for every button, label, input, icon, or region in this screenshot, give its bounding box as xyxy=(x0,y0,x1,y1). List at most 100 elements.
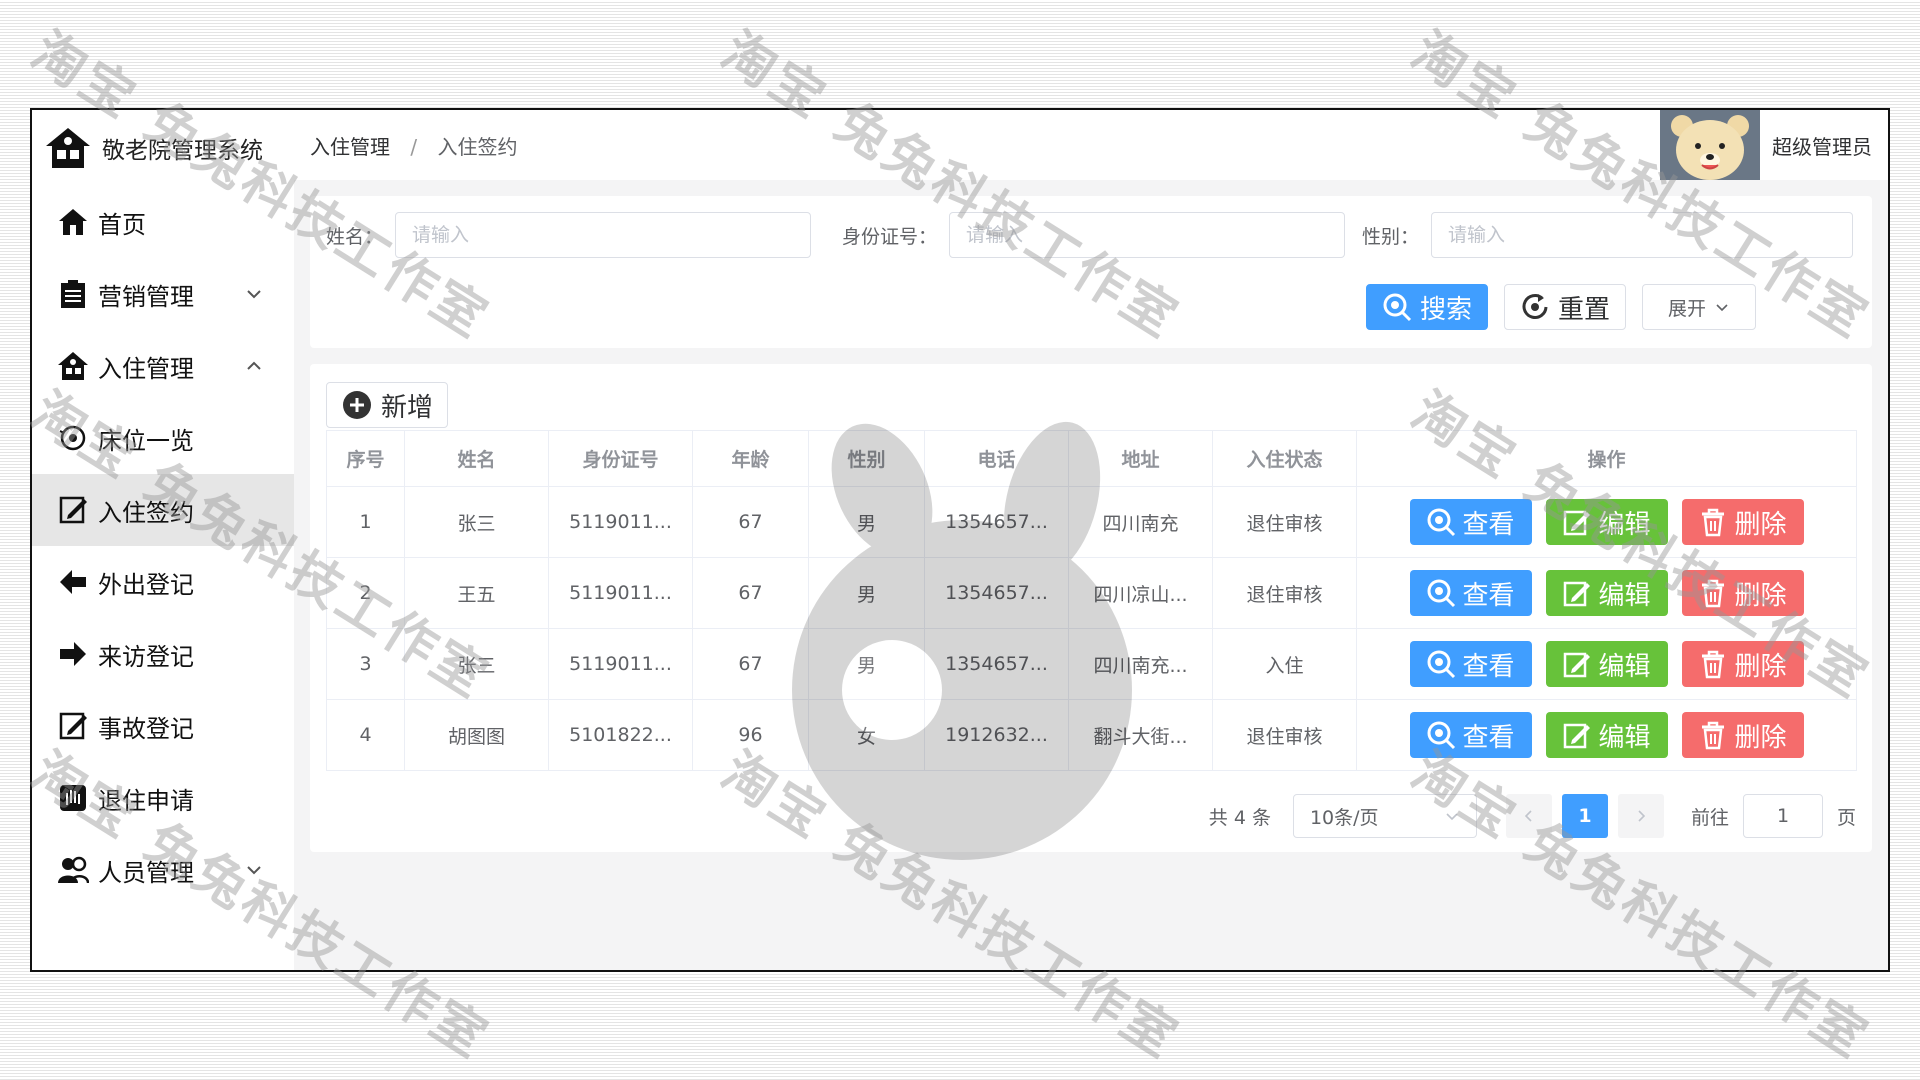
search-icon xyxy=(1427,650,1456,679)
reset-button[interactable]: 重置 xyxy=(1504,284,1626,330)
delete-button[interactable]: 删除 xyxy=(1681,712,1804,758)
sidebar-item-outing[interactable]: 外出登记 xyxy=(32,546,294,618)
table-cell: 退住审核 xyxy=(1212,486,1357,558)
gender-input[interactable] xyxy=(1431,212,1854,258)
sidebar-item-label: 入住签约 xyxy=(98,498,194,527)
table-row: 3 张三 5119011... 67 男 1354657... 四川南充... 入住 查看 编辑… xyxy=(326,628,1857,700)
table-cell: 67 xyxy=(692,486,809,558)
trash-icon xyxy=(1702,721,1725,750)
sidebar-item-label: 入住管理 xyxy=(98,354,194,383)
page-number-current[interactable]: 1 xyxy=(1561,794,1608,838)
eye-icon xyxy=(56,421,90,455)
app-title: 敬老院管理系统 xyxy=(102,138,263,164)
prev-page-button[interactable] xyxy=(1505,794,1552,838)
operations-cell: 查看 编辑 删除 xyxy=(1356,557,1857,629)
table-cell: 四川南充 xyxy=(1068,486,1213,558)
column-header: 序号 xyxy=(326,430,405,487)
sidebar-item-home[interactable]: 首页 xyxy=(32,186,294,258)
sidebar-item-checkin[interactable]: 入住管理 xyxy=(32,330,294,402)
next-page-button[interactable] xyxy=(1617,794,1664,838)
search-icon xyxy=(1427,579,1456,608)
table-cell: 翻斗大街... xyxy=(1068,699,1213,771)
view-button[interactable]: 查看 xyxy=(1409,499,1532,545)
delete-button[interactable]: 删除 xyxy=(1681,499,1804,545)
view-button-label: 查看 xyxy=(1462,722,1515,753)
table-cell: 张三 xyxy=(404,486,549,558)
sidebar-item-marketing[interactable]: 营销管理 xyxy=(32,258,294,330)
view-button[interactable]: 查看 xyxy=(1409,712,1532,758)
view-button[interactable]: 查看 xyxy=(1409,641,1532,687)
reset-icon xyxy=(1522,294,1548,319)
goto-label: 前往 xyxy=(1690,806,1729,829)
name-input[interactable] xyxy=(395,212,812,258)
trash-icon xyxy=(1702,508,1725,537)
out-arrow-icon xyxy=(56,565,90,599)
delete-button[interactable]: 删除 xyxy=(1681,570,1804,616)
add-button[interactable]: 新增 xyxy=(326,382,448,428)
expand-button-label: 展开 xyxy=(1667,297,1706,320)
sidebar-item-label: 首页 xyxy=(98,210,146,239)
table-cell: 1912632... xyxy=(924,699,1069,771)
delete-button[interactable]: 删除 xyxy=(1681,641,1804,687)
sidebar-item-label: 营销管理 xyxy=(98,282,194,311)
breadcrumb-separator: / xyxy=(410,134,418,159)
table-row: 2 王五 5119011... 67 男 1354657... 四川凉山... 退住审核 查看… xyxy=(326,557,1857,629)
table-panel: 新增 序号 姓名 身份证号 年龄 性别 电话 地址 入住状态 操作 1 张三 5… xyxy=(310,364,1872,852)
goto-page-input[interactable]: 1 xyxy=(1742,794,1823,838)
table-cell: 5101822... xyxy=(548,699,693,771)
edit-button[interactable]: 编辑 xyxy=(1545,499,1668,545)
edit-button-label: 编辑 xyxy=(1598,509,1651,540)
bear-avatar-icon xyxy=(1660,110,1760,180)
sidebar-item-checkout-apply[interactable]: 退住申请 xyxy=(32,762,294,834)
column-header: 电话 xyxy=(924,430,1069,487)
column-header: 年龄 xyxy=(692,430,809,487)
gender-field: 性别： xyxy=(1362,212,1854,258)
page-size-value: 10条/页 xyxy=(1309,806,1379,829)
page-jumper: 前往 1 页 xyxy=(1691,794,1856,838)
edit-button[interactable]: 编辑 xyxy=(1545,570,1668,616)
data-table: 序号 姓名 身份证号 年龄 性别 电话 地址 入住状态 操作 1 张三 511901… xyxy=(326,430,1857,771)
table-row: 4 胡图图 5101822... 96 女 1912632... 翻斗大街... 退住审核 查… xyxy=(326,699,1857,771)
edit-button-label: 编辑 xyxy=(1598,722,1651,753)
table-row: 1 张三 5119011... 67 男 1354657... 四川南充 退住审核 查看 编辑 删… xyxy=(326,486,1857,558)
name-field: 姓名： xyxy=(326,212,812,258)
sidebar: 敬老院管理系统 首页 营销管理 入住管理 床位一览 入住签约 外出登记 来访登记… xyxy=(32,110,294,970)
edit-icon xyxy=(1564,581,1591,607)
clipboard-icon xyxy=(56,277,90,311)
table-cell: 入住 xyxy=(1212,628,1357,700)
sidebar-item-bed-overview[interactable]: 床位一览 xyxy=(32,402,294,474)
page-size-select[interactable]: 10条/页 xyxy=(1292,794,1477,838)
view-button[interactable]: 查看 xyxy=(1409,570,1532,616)
expand-button[interactable]: 展开 xyxy=(1642,284,1756,330)
sidebar-item-label: 外出登记 xyxy=(98,570,194,599)
delete-button-label: 删除 xyxy=(1734,651,1787,682)
user-menu[interactable]: 超级管理员 xyxy=(1660,110,1872,180)
table-cell: 男 xyxy=(808,628,925,700)
table-cell: 男 xyxy=(808,486,925,558)
sidebar-item-label: 来访登记 xyxy=(98,642,194,671)
search-icon xyxy=(1427,721,1456,750)
table-cell: 王五 xyxy=(404,557,549,629)
sidebar-item-checkin-sign[interactable]: 入住签约 xyxy=(32,474,294,546)
breadcrumb-item[interactable]: 入住管理 xyxy=(310,135,390,159)
edit-button[interactable]: 编辑 xyxy=(1545,712,1668,758)
table-cell: 96 xyxy=(692,699,809,771)
column-header: 姓名 xyxy=(404,430,549,487)
column-header: 性别 xyxy=(808,430,925,487)
search-button[interactable]: 搜索 xyxy=(1366,284,1488,330)
avatar[interactable] xyxy=(1660,110,1760,180)
table-cell: 退住审核 xyxy=(1212,557,1357,629)
header: 入住管理 / 入住签约 超级管理员 xyxy=(294,110,1888,180)
chevron-right-icon xyxy=(1638,810,1646,822)
sidebar-item-visit[interactable]: 来访登记 xyxy=(32,618,294,690)
table-cell: 4 xyxy=(326,699,405,771)
sidebar-item-accident[interactable]: 事故登记 xyxy=(32,690,294,762)
id-input[interactable] xyxy=(949,212,1346,258)
edit-button[interactable]: 编辑 xyxy=(1545,641,1668,687)
user-name: 超级管理员 xyxy=(1772,134,1872,159)
sidebar-item-staff[interactable]: 人员管理 xyxy=(32,834,294,906)
table-cell: 1354657... xyxy=(924,628,1069,700)
in-arrow-icon xyxy=(56,637,90,671)
edit-button-label: 编辑 xyxy=(1598,651,1651,682)
table-cell: 胡图图 xyxy=(404,699,549,771)
